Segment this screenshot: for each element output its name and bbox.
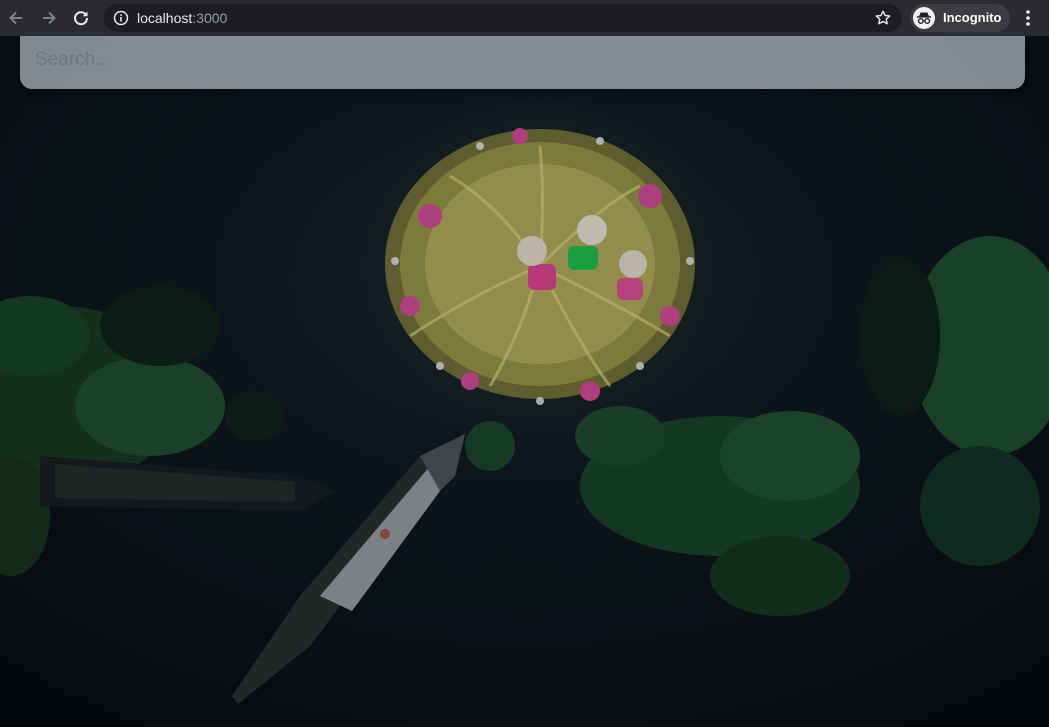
search-input[interactable] [20,36,1025,89]
url-port: :3000 [192,10,228,26]
reload-icon [74,11,89,26]
background-photo [0,36,1049,727]
star-icon[interactable] [874,9,892,27]
back-arrow-icon [9,11,22,25]
address-bar[interactable]: localhost:3000 [104,4,902,32]
browser-menu-button[interactable] [1017,6,1039,30]
more-vert-icon [1026,10,1030,26]
browser-toolbar: localhost:3000 Incognito [0,0,1049,36]
info-icon[interactable] [113,10,129,26]
url-host: localhost [137,10,193,26]
page-viewport [0,36,1049,727]
url-text[interactable]: localhost:3000 [137,10,227,26]
reload-button[interactable] [69,6,93,30]
search-bar [20,36,1025,89]
incognito-icon [913,7,935,29]
forward-arrow-icon [43,11,56,25]
forward-button[interactable] [37,6,61,30]
profile-label: Incognito [943,10,1002,25]
incognito-profile-button[interactable]: Incognito [910,4,1010,32]
back-button[interactable] [4,6,28,30]
